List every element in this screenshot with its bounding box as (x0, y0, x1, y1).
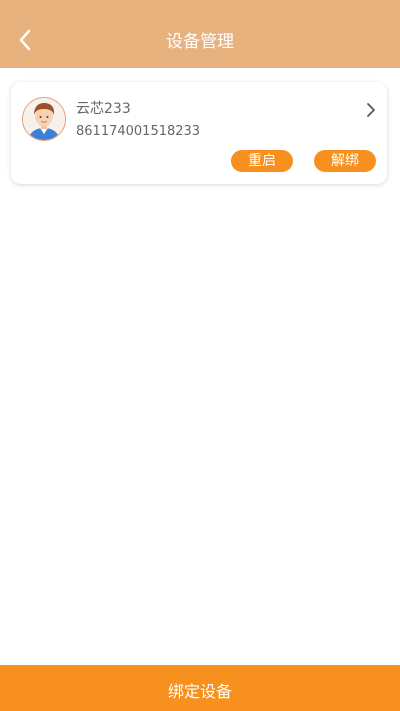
unbind-button[interactable]: 解绑 (314, 150, 376, 172)
bind-device-button[interactable]: 绑定设备 (0, 665, 400, 711)
device-name: 云芯233 (76, 101, 131, 117)
header-bar: 设备管理 (0, 0, 400, 68)
user-avatar-icon (22, 97, 66, 141)
restart-button[interactable]: 重启 (231, 150, 293, 172)
device-id: 861174001518233 (76, 124, 201, 139)
device-management-screen: 设备管理 云芯233 861174001518233 重启 解绑 绑定设备 (0, 0, 400, 711)
page-title: 设备管理 (166, 32, 234, 52)
chevron-right-icon[interactable] (365, 102, 377, 118)
device-card[interactable]: 云芯233 861174001518233 重启 解绑 (11, 82, 387, 184)
